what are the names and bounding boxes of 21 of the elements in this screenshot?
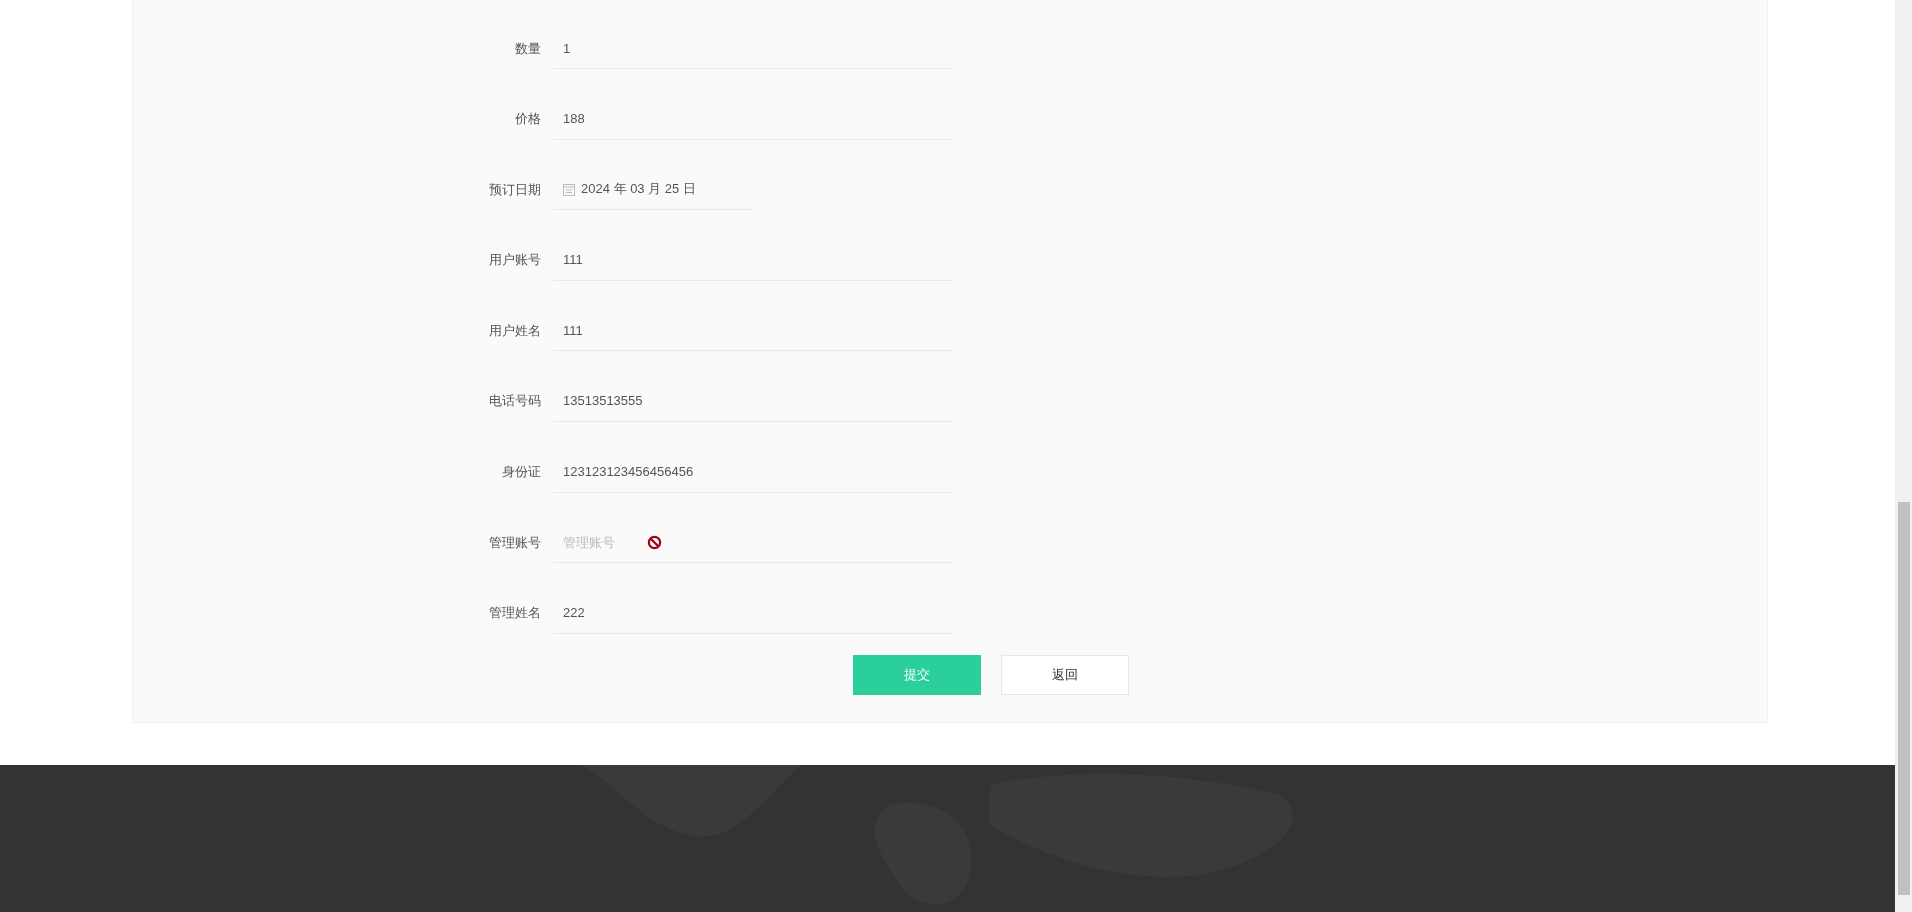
field-label: 用户姓名 — [488, 321, 542, 340]
field-label: 身份证 — [501, 463, 542, 482]
date-field[interactable]: 2024 年 03 月 25 日 — [553, 169, 753, 211]
field-label: 价格 — [514, 110, 542, 129]
input-field[interactable]: 111 — [553, 239, 953, 281]
input-field[interactable]: 1 — [553, 28, 953, 69]
scrollbar[interactable] — [1895, 0, 1912, 912]
input-field[interactable]: 111 — [553, 310, 953, 352]
input-field[interactable]: 123123123456456456 — [553, 451, 953, 493]
field-label: 预订日期 — [488, 180, 542, 199]
input-field[interactable]: 13513513555 — [553, 380, 953, 422]
field-label: 管理姓名 — [488, 604, 542, 623]
not-allowed-cursor-icon — [647, 535, 662, 551]
field-label: 管理账号 — [488, 533, 542, 552]
calendar-icon — [563, 183, 575, 196]
input-field[interactable]: 188 — [553, 98, 953, 140]
field-label: 用户账号 — [488, 251, 542, 270]
field-label: 电话号码 — [488, 392, 542, 411]
back-button[interactable]: 返回 — [1001, 655, 1129, 696]
input-field[interactable]: 222 — [553, 592, 953, 634]
field-label: 数量 — [514, 39, 542, 58]
